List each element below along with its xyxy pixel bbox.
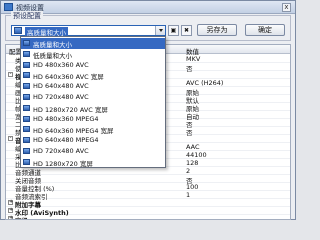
video-settings-window: 视频设置 x 预设配置 高质量和大小 ▣ ✖ 另存为 确定 配置 数值 类型MK… xyxy=(0,0,296,220)
dropdown-item-label: 低质量和大小 xyxy=(33,51,72,60)
delete-preset-icon[interactable]: ✖ xyxy=(181,25,192,36)
setting-value[interactable]: 128 xyxy=(186,159,198,167)
preset-icon xyxy=(23,50,30,57)
dropdown-item-label: HD 640x360 MPEG4 宽屏 xyxy=(33,127,114,136)
dropdown-item-label: HD 720x480 AVC xyxy=(33,93,89,101)
dropdown-item[interactable]: 高质量和大小 xyxy=(21,38,165,49)
dropdown-item[interactable]: HD 640x360 MPEG4 宽屏 xyxy=(21,124,165,135)
dropdown-item-label: 高质量和大小 xyxy=(33,41,72,49)
preset-icon xyxy=(23,61,30,68)
preset-icon xyxy=(23,115,30,122)
preset-icon xyxy=(23,72,30,79)
setting-value[interactable]: AAC xyxy=(186,143,200,151)
grid-section-row[interactable]: +高级 xyxy=(6,215,290,219)
ok-button[interactable]: 确定 xyxy=(245,24,285,36)
expand-icon[interactable]: + xyxy=(8,216,13,219)
dropdown-item-label: HD 720x480 AVC xyxy=(33,147,89,155)
close-button[interactable]: x xyxy=(282,3,291,12)
expand-icon[interactable]: + xyxy=(8,200,13,205)
dropdown-item[interactable]: HD 480x360 MPEG4 xyxy=(21,114,165,125)
preset-icon xyxy=(23,158,30,165)
app-icon xyxy=(4,3,13,11)
dropdown-item-label: HD 480x360 AVC xyxy=(33,60,89,69)
preset-icon xyxy=(23,137,30,144)
preset-icon xyxy=(23,40,30,46)
preset-icon xyxy=(23,83,30,90)
grid-row[interactable]: 音频流索引 1 xyxy=(6,191,290,201)
preset-icon xyxy=(23,126,30,133)
expand-icon[interactable]: + xyxy=(8,208,13,213)
edit-preset-icon[interactable]: ▣ xyxy=(168,25,179,36)
preset-combobox[interactable]: 高质量和大小 xyxy=(11,25,166,37)
dropdown-item[interactable]: HD 640x360 AVC 宽屏 xyxy=(21,70,165,81)
dropdown-item-label: HD 1280x720 AVC 宽屏 xyxy=(33,105,108,114)
collapse-icon[interactable]: - xyxy=(8,136,13,141)
dropdown-item-label: HD 640x480 MPEG4 xyxy=(33,136,99,145)
setting-name: 高级 xyxy=(15,215,28,219)
preset-icon xyxy=(23,104,30,111)
preset-icon xyxy=(23,94,30,100)
save-as-button[interactable]: 另存为 xyxy=(197,24,237,36)
dropdown-item[interactable]: HD 1280x720 AVC 宽屏 xyxy=(21,103,165,114)
dropdown-item[interactable]: HD 640x480 AVC xyxy=(21,81,165,92)
preset-icon xyxy=(23,148,30,154)
setting-value[interactable]: 100 xyxy=(186,183,198,191)
grid-section-row[interactable]: + 附加字幕 xyxy=(6,199,290,209)
preset-group-label: 预设配置 xyxy=(11,11,43,21)
dropdown-item-label: HD 1280x720 宽屏 xyxy=(33,159,93,168)
title-bar: 视频设置 x xyxy=(1,1,295,14)
chevron-down-icon[interactable] xyxy=(155,26,165,35)
grid-section-row[interactable]: + 水印 (AviSynth) xyxy=(6,207,290,217)
dropdown-item[interactable]: HD 480x360 AVC xyxy=(21,60,165,71)
dropdown-item[interactable]: HD 640x480 MPEG4 xyxy=(21,135,165,146)
setting-value[interactable]: AVC (H264) xyxy=(186,79,223,87)
dropdown-item-label: HD 640x480 AVC xyxy=(33,82,89,91)
preset-dropdown-list[interactable]: 高质量和大小 低质量和大小 HD 480x360 AVC HD 640x360 AVC… xyxy=(20,36,166,168)
dropdown-item[interactable]: HD 1280x720 宽屏 xyxy=(21,157,165,168)
grid-row[interactable]: 音频通道 2 xyxy=(6,167,290,177)
dropdown-item[interactable]: HD 720x480 AVC xyxy=(21,92,165,103)
dropdown-item[interactable]: HD 720x480 AVC xyxy=(21,146,165,157)
setting-value[interactable]: 1 xyxy=(186,191,190,199)
grid-row[interactable]: 关闭音频否 xyxy=(6,175,290,185)
preset-icon xyxy=(14,27,22,34)
collapse-icon[interactable]: - xyxy=(8,72,13,77)
dropdown-item-label: HD 640x360 AVC 宽屏 xyxy=(33,73,104,82)
dropdown-item-label: HD 480x360 MPEG4 xyxy=(33,114,99,123)
grid-row[interactable]: 音量控制 (%) 100 xyxy=(6,183,290,193)
setting-value[interactable]: 2 xyxy=(186,167,190,175)
setting-value[interactable]: 44100 xyxy=(186,151,207,159)
dropdown-item[interactable]: 低质量和大小 xyxy=(21,49,165,60)
setting-value[interactable]: MKV xyxy=(186,55,200,63)
